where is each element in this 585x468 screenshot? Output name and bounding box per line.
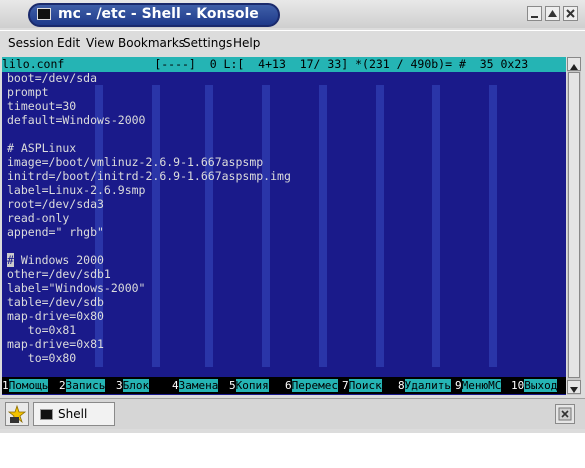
fkey-number: 5 — [229, 379, 236, 392]
editor-line[interactable]: label="Windows-2000" — [7, 281, 145, 295]
fkey-menu[interactable]: 9МенюМС — [455, 377, 511, 394]
close-session-icon — [558, 407, 572, 421]
fkey-number: 10 — [511, 379, 525, 392]
arrow-down-icon — [570, 387, 578, 393]
fkey-delete[interactable]: 8Удалить — [398, 377, 455, 394]
fkey-label: Копия — [235, 379, 269, 392]
konsole-window: mc - /etc - Shell - Konsole Session Edit… — [0, 0, 585, 433]
column-stripe — [489, 85, 497, 367]
fkey-number: 7 — [342, 379, 349, 392]
fkey-label: Помощь — [8, 379, 49, 392]
title-bar[interactable]: mc - /etc - Shell - Konsole — [0, 0, 585, 28]
fkey-number: 6 — [285, 379, 292, 392]
scrollbar-thumb[interactable] — [568, 72, 580, 378]
fkey-label: Замена — [178, 379, 219, 392]
function-key-bar: 1Помощь 2Запись 3Блок 4Замена 5Копия 6Пе… — [2, 377, 566, 394]
menu-settings[interactable]: Settings — [183, 36, 232, 50]
column-stripe — [152, 85, 160, 367]
fkey-save[interactable]: 2Запись — [59, 377, 116, 394]
cursor-line-text: Windows 2000 — [13, 253, 104, 267]
editor-line[interactable]: other=/dev/sdb1 — [7, 267, 111, 281]
editor-line[interactable]: append=" rhgb" — [7, 225, 104, 239]
tab-shell[interactable]: Shell — [33, 402, 115, 426]
fkey-label: Поиск — [348, 379, 382, 392]
terminal-area[interactable]: lilo.conf [----] 0 L:[ 4+13 17/ 33] *(23… — [2, 57, 566, 395]
fkey-label: Блок — [122, 379, 150, 392]
editor-line[interactable]: default=Windows-2000 — [7, 113, 145, 127]
menu-help[interactable]: Help — [233, 36, 260, 50]
title-pill[interactable]: mc - /etc - Shell - Konsole — [28, 3, 280, 27]
menu-bookmarks[interactable]: Bookmarks — [118, 36, 185, 50]
maximize-button[interactable] — [545, 6, 560, 21]
text-cursor: # — [7, 253, 14, 267]
editor-line[interactable]: # ASPLinux — [7, 141, 76, 155]
editor-line[interactable]: map-drive=0x80 — [7, 309, 104, 323]
konsole-app-icon[interactable] — [37, 8, 51, 20]
editor-line[interactable]: root=/dev/sda3 — [7, 197, 104, 211]
scroll-up-button[interactable] — [567, 57, 581, 71]
minimize-icon — [531, 16, 538, 18]
fkey-number: 1 — [2, 379, 9, 392]
fkey-replace[interactable]: 4Замена — [172, 377, 229, 394]
editor-line[interactable]: label=Linux-2.6.9smp — [7, 183, 145, 197]
column-stripe — [319, 85, 327, 367]
column-stripe — [262, 85, 270, 367]
menu-bar: Session Edit View Bookmarks Settings Hel… — [0, 30, 585, 55]
fkey-number: 9 — [455, 379, 462, 392]
fkey-search[interactable]: 7Поиск — [342, 377, 398, 394]
fkey-exit[interactable]: 10Выход — [511, 377, 566, 394]
fkey-number: 3 — [116, 379, 123, 392]
editor-line[interactable]: to=0x80 — [7, 351, 76, 365]
editor-line[interactable]: boot=/dev/sda — [7, 71, 97, 85]
menu-edit[interactable]: Edit — [57, 36, 80, 50]
minimize-button[interactable] — [527, 6, 542, 21]
close-button[interactable] — [563, 6, 578, 21]
fkey-number: 8 — [398, 379, 405, 392]
fkey-move[interactable]: 6Перемес — [285, 377, 342, 394]
window-title: mc - /etc - Shell - Konsole — [58, 6, 259, 22]
column-stripe — [205, 85, 213, 367]
fkey-block[interactable]: 3Блок — [116, 377, 172, 394]
new-session-icon — [7, 404, 27, 424]
editor-line[interactable]: to=0x81 — [7, 323, 76, 337]
column-stripe — [432, 85, 440, 367]
fkey-number: 2 — [59, 379, 66, 392]
editor-status-line: lilo.conf [----] 0 L:[ 4+13 17/ 33] *(23… — [2, 57, 566, 72]
scroll-down-button[interactable] — [567, 380, 581, 394]
maximize-icon — [548, 10, 557, 17]
menu-view[interactable]: View — [86, 36, 114, 50]
menu-session[interactable]: Session — [8, 36, 54, 50]
fkey-label: Выход — [524, 379, 558, 392]
editor-line[interactable]: prompt — [7, 85, 49, 99]
editor-line-cursor[interactable]: # Windows 2000 — [7, 253, 104, 267]
fkey-label: Запись — [65, 379, 106, 392]
fkey-label: Перемес — [291, 379, 338, 392]
terminal-icon — [40, 409, 53, 420]
editor-line[interactable]: table=/dev/sdb — [7, 295, 104, 309]
editor-line[interactable]: read-only — [7, 211, 69, 225]
editor-line[interactable]: map-drive=0x81 — [7, 337, 104, 351]
fkey-label: Удалить — [404, 379, 451, 392]
close-icon — [566, 9, 575, 18]
fkey-number: 4 — [172, 379, 179, 392]
vertical-scrollbar[interactable] — [567, 57, 581, 395]
close-session-button[interactable] — [555, 404, 575, 424]
column-stripe — [376, 85, 384, 367]
tab-label: Shell — [58, 407, 88, 421]
editor-line[interactable]: image=/boot/vmlinuz-2.6.9-1.667aspsmp — [7, 155, 263, 169]
fkey-copy[interactable]: 5Копия — [229, 377, 285, 394]
fkey-help[interactable]: 1Помощь — [2, 377, 59, 394]
session-tab-bar: Shell — [0, 398, 585, 429]
editor-line[interactable]: timeout=30 — [7, 99, 76, 113]
fkey-label: МенюМС — [461, 379, 502, 392]
editor-line[interactable]: initrd=/boot/initrd-2.6.9-1.667aspsmp.im… — [7, 169, 291, 183]
new-session-button[interactable] — [5, 402, 29, 426]
